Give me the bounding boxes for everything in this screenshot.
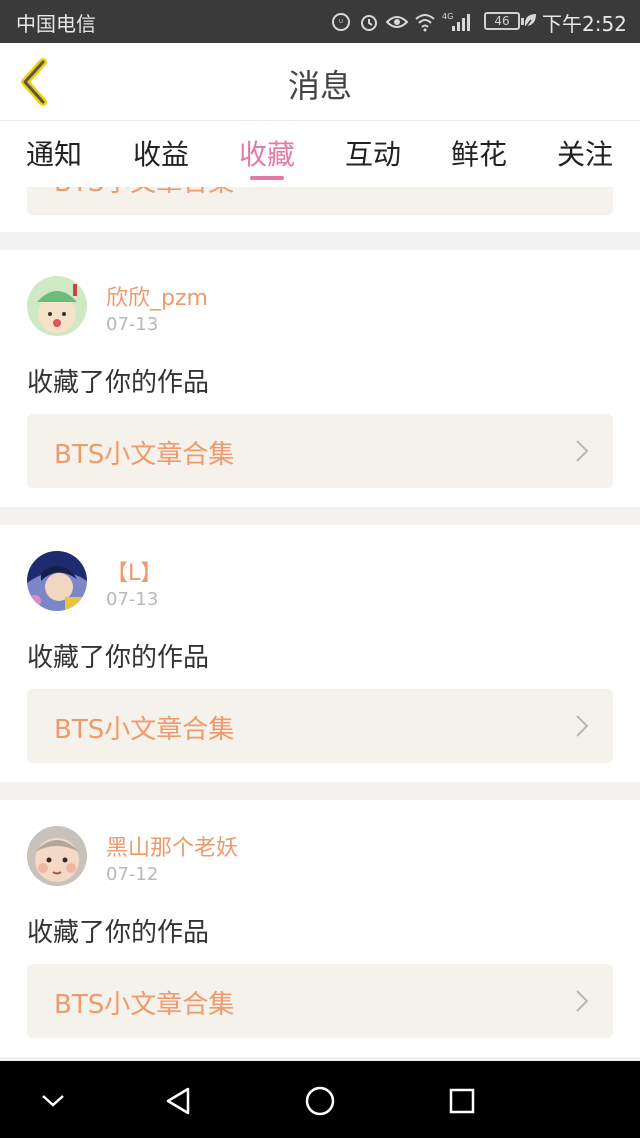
system-nav-bar <box>0 1061 640 1138</box>
action-text: 收藏了你的作品 <box>27 368 210 398</box>
battery-indicator: 46 <box>484 12 524 30</box>
chevron-down-icon <box>42 1095 64 1107</box>
home-nav-button[interactable] <box>298 1079 342 1123</box>
hide-nav-button[interactable] <box>31 1079 75 1123</box>
battery-level: 46 <box>494 14 510 28</box>
list-item: 欣欣_pzm 07-13 收藏了你的作品 BTS小文章合集 <box>0 250 640 507</box>
avatar-image <box>27 551 87 611</box>
chevron-right-icon <box>576 715 589 737</box>
work-title: BTS小文章合集 <box>54 990 235 1020</box>
triangle-back-icon <box>166 1087 190 1115</box>
avatar-image <box>27 276 87 336</box>
svg-text:ᵁ: ᵁ <box>339 19 343 29</box>
list-item: 【L】 07-13 收藏了你的作品 BTS小文章合集 <box>0 525 640 782</box>
network-type: 4G <box>442 12 453 21</box>
clock: 下午2:52 <box>542 12 627 36</box>
timestamp: 07-13 <box>106 589 159 610</box>
circle-home-icon <box>305 1086 335 1116</box>
avatar[interactable] <box>27 276 87 336</box>
chevron-right-icon <box>576 440 589 462</box>
work-title: BTS小文章合集 <box>54 440 235 470</box>
timestamp: 07-13 <box>106 314 159 335</box>
status-bar: 中国电信 ᵁ 4G 46 下午2:52 <box>0 0 640 43</box>
work-link[interactable]: BTS小文章合集 <box>27 964 613 1038</box>
tab-flowers[interactable]: 鲜花 <box>434 133 524 173</box>
work-title: BTS小文章合集 <box>54 187 234 199</box>
work-link[interactable]: BTS小文章合集 <box>27 187 613 215</box>
active-tab-indicator <box>250 176 284 180</box>
tab-favorites[interactable]: 收藏 <box>222 133 312 173</box>
tab-notifications[interactable]: 通知 <box>9 133 99 173</box>
action-text: 收藏了你的作品 <box>27 918 210 948</box>
work-link[interactable]: BTS小文章合集 <box>27 689 613 763</box>
leaf-icon <box>522 12 538 34</box>
carrier-label: 中国电信 <box>16 12 96 36</box>
username[interactable]: 【L】 <box>106 555 162 587</box>
alarm-icon <box>358 11 380 33</box>
tab-earnings[interactable]: 收益 <box>116 133 206 173</box>
work-title: BTS小文章合集 <box>54 715 235 745</box>
back-nav-button[interactable] <box>156 1079 200 1123</box>
action-text: 收藏了你的作品 <box>27 643 210 673</box>
page-title: 消息 <box>287 67 352 105</box>
tab-bar: 通知 收益 收藏 互动 鲜花 关注 <box>0 121 640 187</box>
list-item: 黑山那个老妖 07-12 收藏了你的作品 BTS小文章合集 <box>0 800 640 1057</box>
tab-following[interactable]: 关注 <box>540 133 630 173</box>
tab-interactions[interactable]: 互动 <box>328 133 418 173</box>
signal-icon: 4G <box>442 11 472 33</box>
eye-icon <box>386 11 408 33</box>
avatar[interactable] <box>27 551 87 611</box>
sync-icon: ᵁ <box>330 11 352 33</box>
recents-nav-button[interactable] <box>440 1079 484 1123</box>
chevron-right-icon <box>576 990 589 1012</box>
square-recents-icon <box>449 1088 475 1114</box>
timestamp: 07-12 <box>106 864 159 885</box>
avatar-image <box>27 826 87 886</box>
username[interactable]: 欣欣_pzm <box>106 280 208 312</box>
username[interactable]: 黑山那个老妖 <box>106 830 238 862</box>
header-bar: 消息 <box>0 43 640 121</box>
work-link[interactable]: BTS小文章合集 <box>27 414 613 488</box>
avatar[interactable] <box>27 826 87 886</box>
list-item: BTS小文章合集 <box>0 187 640 232</box>
wifi-icon <box>414 11 436 33</box>
status-icons: ᵁ 4G <box>330 10 472 34</box>
favorites-feed[interactable]: BTS小文章合集 欣欣_pzm 07-13 收藏了你的作品 BTS小文章合集 <box>0 187 640 1061</box>
